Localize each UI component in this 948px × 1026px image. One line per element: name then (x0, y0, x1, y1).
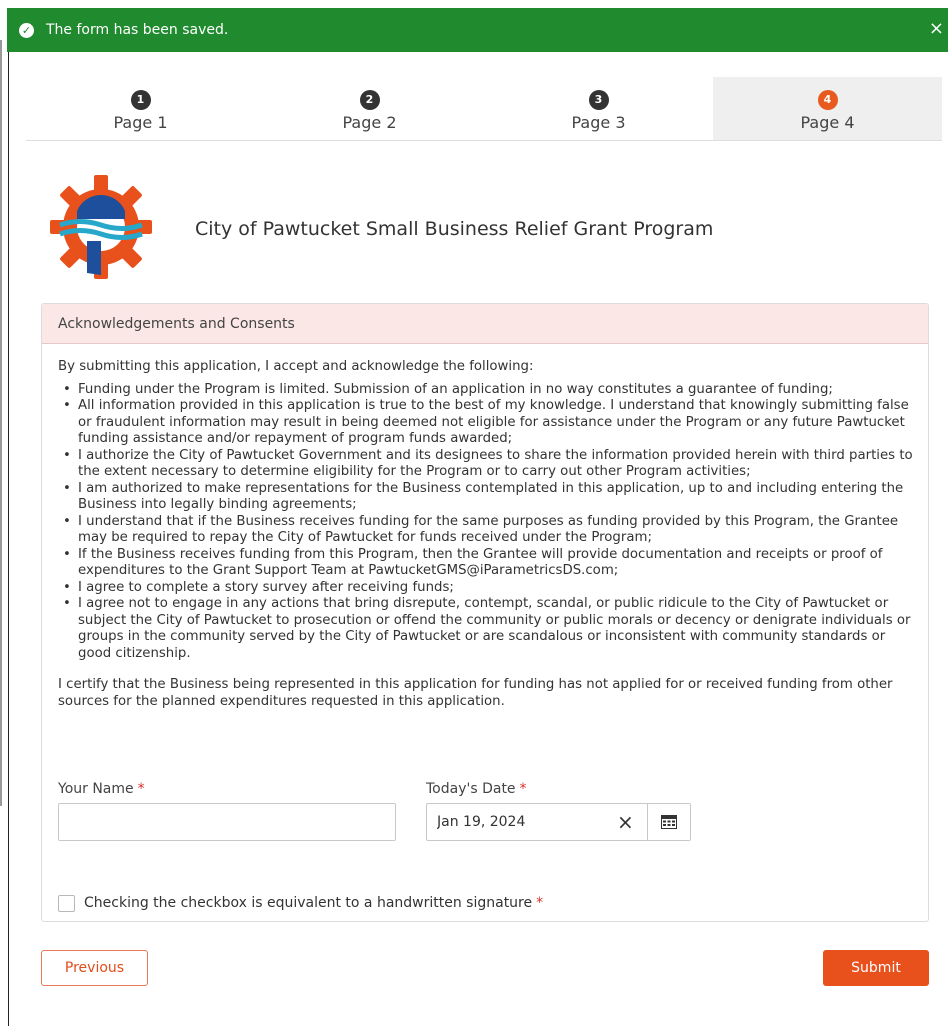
step-label: Page 1 (113, 113, 168, 132)
step-label: Page 3 (571, 113, 626, 132)
success-banner: ✓ The form has been saved. × (7, 8, 948, 52)
panel-body: By submitting this application, I accept… (42, 344, 928, 710)
list-item: I understand that if the Business receiv… (58, 514, 918, 547)
clear-date-icon[interactable]: × (617, 808, 634, 836)
date-label: Today's Date * (426, 781, 527, 797)
step-number: 4 (817, 90, 838, 110)
list-item: All information provided in this applica… (58, 398, 918, 448)
calendar-button[interactable] (647, 803, 691, 841)
submit-button[interactable]: Submit (823, 950, 929, 986)
list-item: I am authorized to make representations … (58, 481, 918, 514)
step-number: 2 (359, 90, 380, 110)
acknowledgement-list: Funding under the Program is limited. Su… (58, 382, 918, 663)
previous-button[interactable]: Previous (41, 950, 148, 986)
step-label: Page 2 (342, 113, 397, 132)
banner-message: The form has been saved. (46, 22, 229, 38)
required-mark: * (519, 781, 527, 797)
intro-text: By submitting this application, I accept… (58, 359, 534, 374)
signature-checkbox[interactable] (58, 895, 75, 912)
list-item: I authorize the City of Pawtucket Govern… (58, 448, 918, 481)
step-page-1[interactable]: 1 Page 1 (26, 77, 255, 140)
step-label: Page 4 (800, 113, 855, 132)
required-mark: * (536, 895, 544, 911)
name-label: Your Name * (58, 781, 145, 797)
certification-text: I certify that the Business being repres… (58, 677, 893, 709)
step-page-4[interactable]: 4 Page 4 (713, 77, 942, 140)
check-circle-icon: ✓ (19, 22, 34, 38)
name-input[interactable] (58, 803, 396, 841)
step-page-2[interactable]: 2 Page 2 (255, 77, 484, 140)
step-page-3[interactable]: 3 Page 3 (484, 77, 713, 140)
step-number: 3 (588, 90, 609, 110)
list-item: Funding under the Program is limited. Su… (58, 382, 918, 399)
list-item: If the Business receives funding from th… (58, 547, 918, 580)
required-mark: * (137, 781, 145, 797)
program-title: City of Pawtucket Small Business Relief … (195, 218, 714, 240)
left-border-line (0, 40, 2, 806)
pawtucket-gear-logo (50, 175, 152, 279)
page-steps: 1 Page 1 2 Page 2 3 Page 3 4 Page 4 (26, 77, 942, 141)
close-icon[interactable]: × (929, 19, 944, 39)
list-item: I agree not to engage in any actions tha… (58, 596, 918, 662)
calendar-icon (661, 815, 677, 829)
signature-label: Checking the checkbox is equivalent to a… (84, 895, 544, 911)
list-item: I agree to complete a story survey after… (58, 580, 918, 597)
step-number: 1 (130, 90, 151, 110)
date-input[interactable] (426, 803, 647, 841)
panel-title: Acknowledgements and Consents (42, 304, 928, 344)
